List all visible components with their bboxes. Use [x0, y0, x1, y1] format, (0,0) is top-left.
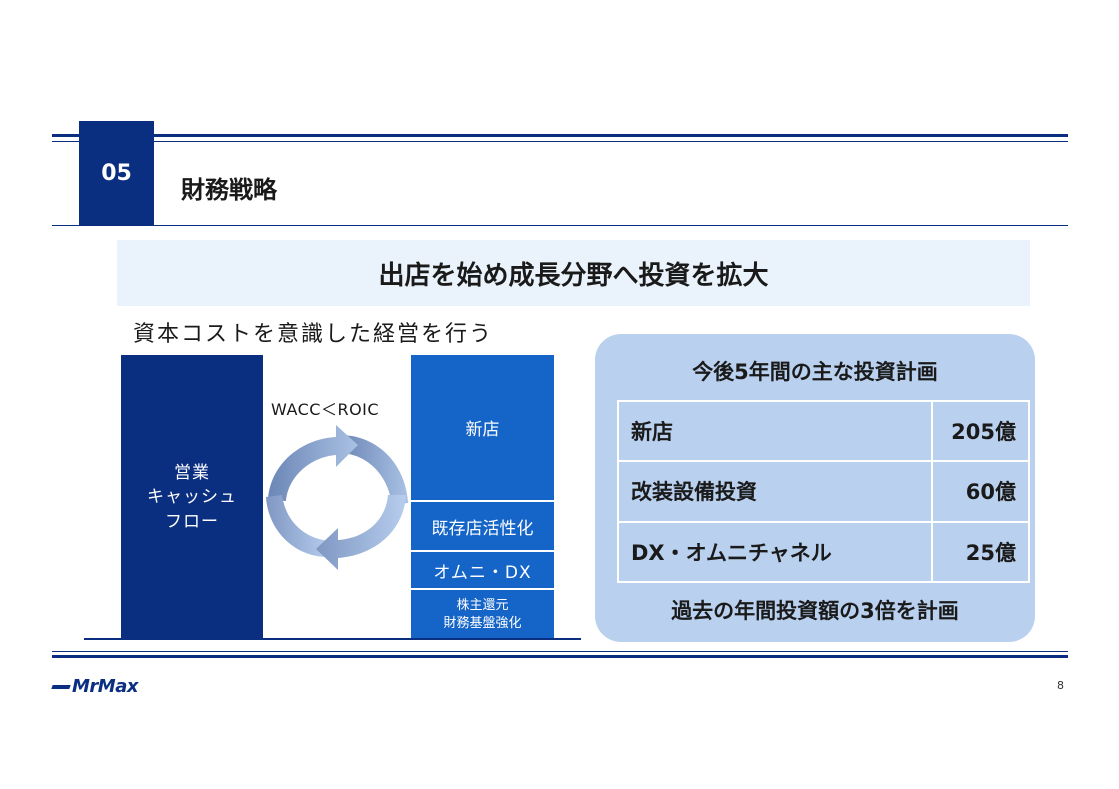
diagram-baseline	[84, 638, 581, 640]
footer-line-bottom	[52, 655, 1068, 658]
plan-item: DX・オムニチャネル	[617, 520, 933, 584]
invest-new-store-label: 新店	[465, 420, 500, 440]
cycle-arrows-icon	[266, 425, 408, 570]
plan-title: 今後5年間の主な投資計画	[692, 360, 938, 384]
cashflow-label-line: キャッシュ	[147, 487, 237, 508]
invest-return-line2: 財務基盤強化	[443, 616, 522, 631]
plan-footnote: 過去の年間投資額の3倍を計画	[671, 599, 959, 623]
invest-existing-store-label: 既存店活性化	[431, 518, 534, 539]
subheading: 資本コストを意識した経営を行う	[133, 322, 494, 347]
plan-amount: 60億	[931, 460, 1030, 523]
table-row: 改装設備投資 60億	[617, 460, 1030, 523]
section-number-badge: 05	[79, 121, 154, 226]
investment-plan-panel: 今後5年間の主な投資計画 新店 205億 改装設備投資 60億 DX・オムニチャ…	[595, 334, 1035, 642]
header-line-top	[52, 134, 1068, 137]
invest-shareholder-return: 株主還元 財務基盤強化	[411, 590, 554, 640]
mrmax-logo: MrMax	[51, 676, 138, 697]
plan-table: 新店 205億 改装設備投資 60億 DX・オムニチャネル 25億	[617, 399, 1030, 584]
page-number: 8	[1057, 679, 1064, 692]
operating-cashflow-bar: 営業 キャッシュ フロー	[121, 355, 263, 640]
invest-omni-dx: オムニ・DX	[411, 552, 554, 588]
plan-item: 改装設備投資	[617, 460, 933, 523]
plan-amount: 25億	[931, 520, 1030, 584]
table-row: DX・オムニチャネル 25億	[617, 520, 1030, 584]
header-line-thin	[52, 141, 1068, 142]
headline-banner: 出店を始め成長分野へ投資を拡大	[117, 240, 1030, 306]
headline-text: 出店を始め成長分野へ投資を拡大	[378, 260, 769, 291]
table-row: 新店 205億	[617, 399, 1030, 463]
invest-existing-store: 既存店活性化	[411, 502, 554, 550]
cashflow-label-line: 営業	[174, 462, 210, 483]
header-line-bottom	[52, 225, 1068, 226]
wacc-roic-label: WACC＜ROIC	[271, 400, 380, 419]
logo-text: MrMax	[72, 676, 138, 697]
cashflow-label: 営業 キャッシュ フロー	[147, 461, 237, 535]
invest-return-line1: 株主還元	[456, 598, 509, 614]
arrow-top	[268, 425, 358, 501]
section-title: 財務戦略	[181, 176, 277, 204]
footer-line-top	[52, 651, 1068, 652]
invest-new-store: 新店	[411, 355, 554, 500]
plan-item: 新店	[617, 399, 933, 463]
cashflow-label-line: フロー	[165, 511, 219, 532]
invest-omni-dx-label: オムニ・DX	[433, 562, 532, 583]
logo-stripe-icon	[51, 684, 71, 689]
plan-amount: 205億	[931, 399, 1030, 463]
arrow-bottom	[316, 495, 406, 570]
